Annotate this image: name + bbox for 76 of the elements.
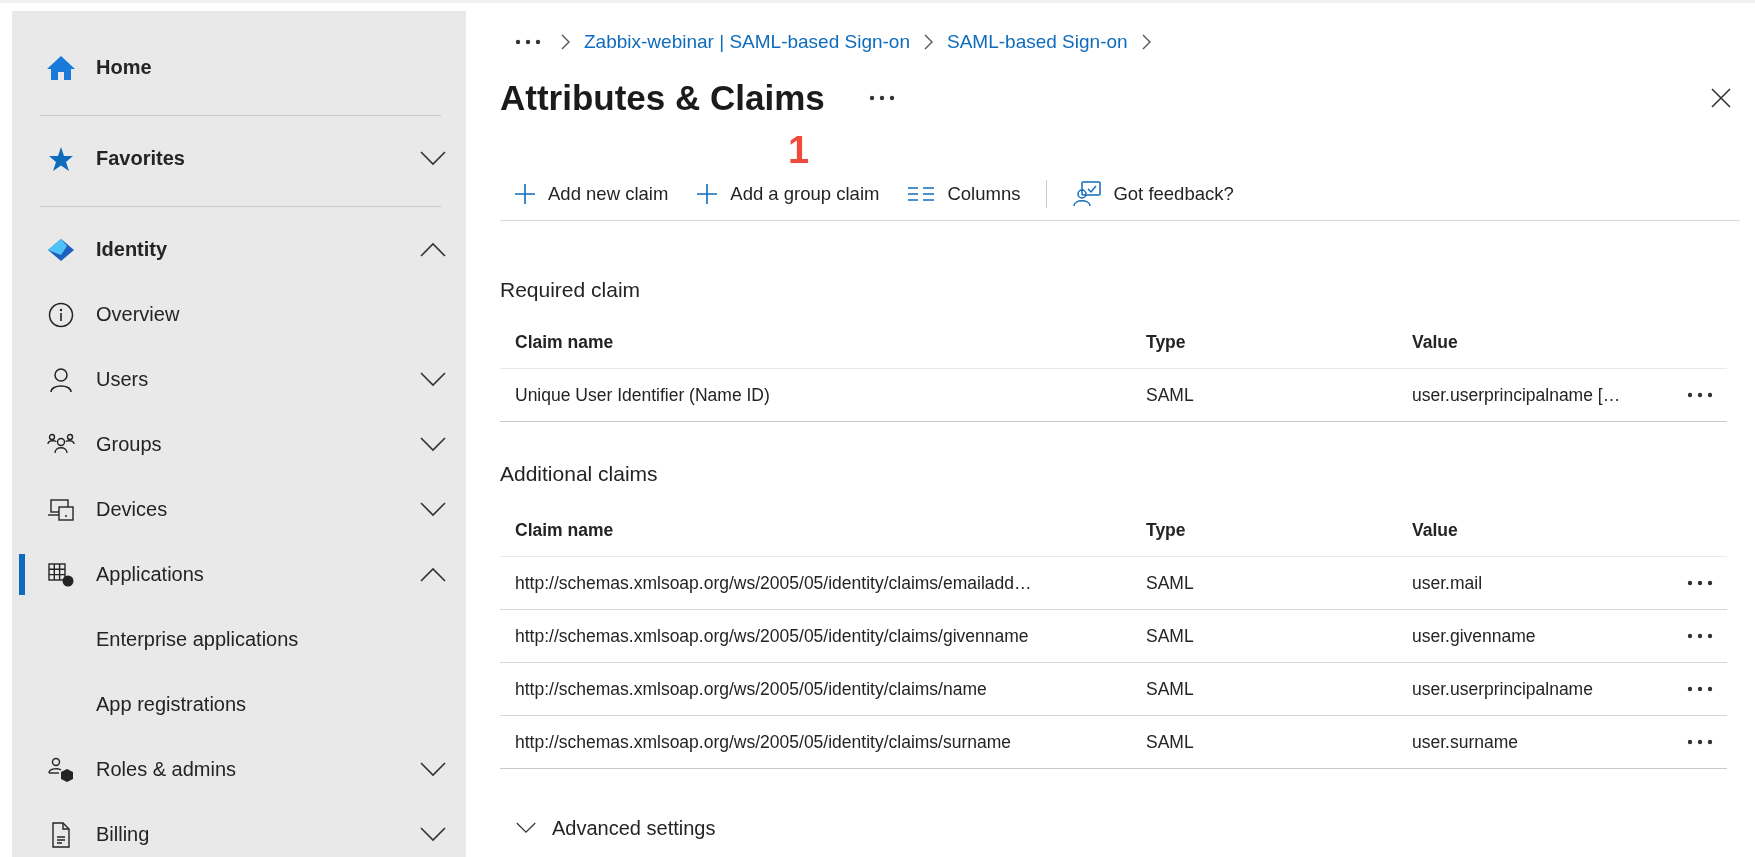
page-title: Attributes & Claims bbox=[500, 78, 825, 118]
table-cell-text: SAML bbox=[1146, 572, 1195, 594]
chevron-icon[interactable] bbox=[420, 762, 446, 777]
info-icon bbox=[48, 301, 74, 328]
chevron-icon[interactable] bbox=[420, 372, 446, 387]
toolbar-button[interactable]: Add new claim bbox=[500, 174, 683, 214]
nav-item[interactable]: Roles & admins bbox=[12, 737, 466, 802]
table-cell-text: SAML bbox=[1146, 384, 1195, 406]
chevron-right-icon bbox=[561, 34, 570, 50]
document-icon bbox=[49, 821, 73, 848]
column-header: Value bbox=[1412, 331, 1459, 353]
toolbar-button[interactable]: Add a group claim bbox=[682, 174, 894, 214]
table-cell-text: SAML bbox=[1146, 731, 1195, 753]
table-cell-text: user.mail bbox=[1412, 572, 1484, 594]
more-icon[interactable] bbox=[515, 39, 541, 45]
nav-item[interactable]: Favorites bbox=[12, 126, 466, 191]
breadcrumb-link[interactable]: SAML-based Sign-on bbox=[947, 31, 1128, 53]
table-cell-text: user.userprincipalname [… bbox=[1412, 384, 1622, 406]
table-cell-text: http://schemas.xmlsoap.org/ws/2005/05/identity/claims/givenname bbox=[514, 625, 1030, 647]
plus-icon bbox=[514, 183, 536, 205]
plus-icon bbox=[696, 183, 719, 205]
toolbar-button[interactable]: Columns bbox=[893, 174, 1035, 214]
more-icon[interactable] bbox=[1687, 633, 1713, 639]
nav-item[interactable]: App registrations bbox=[12, 672, 466, 737]
nav-item[interactable]: Home bbox=[12, 35, 466, 100]
chevron-icon[interactable] bbox=[420, 827, 446, 842]
table-cell-text: http://schemas.xmlsoap.org/ws/2005/05/identity/claims/emailadd… bbox=[514, 572, 1033, 594]
diamond-icon bbox=[47, 237, 75, 262]
nav-item[interactable]: Groups bbox=[12, 412, 466, 477]
table-cell-text: SAML bbox=[1146, 678, 1195, 700]
more-icon[interactable] bbox=[1687, 580, 1713, 586]
close-icon[interactable] bbox=[1710, 87, 1732, 109]
annotation-number: 1 bbox=[788, 129, 810, 172]
breadcrumb-link[interactable]: Zabbix-webinar | SAML-based Sign-on bbox=[584, 31, 910, 53]
app-grid-icon bbox=[47, 561, 75, 588]
person-badge-icon bbox=[47, 756, 75, 783]
table-cell-text: SAML bbox=[1146, 625, 1195, 647]
nav-item[interactable]: Enterprise applications bbox=[12, 607, 466, 672]
section-heading: Required claim bbox=[500, 277, 642, 303]
column-header: Type bbox=[1146, 331, 1187, 353]
nav-item[interactable]: Users bbox=[12, 347, 466, 412]
chevron-icon[interactable] bbox=[420, 437, 446, 452]
nav-item[interactable]: Identity bbox=[12, 217, 466, 282]
nav-item[interactable]: Overview bbox=[12, 282, 466, 347]
chevron-right-icon bbox=[924, 34, 933, 50]
advanced-settings-toggle[interactable]: Advanced settings bbox=[500, 809, 716, 847]
more-icon[interactable] bbox=[1687, 392, 1713, 398]
chevron-right-icon bbox=[1141, 34, 1151, 50]
table-cell-text: user.userprincipalname bbox=[1412, 678, 1594, 700]
devices-icon bbox=[47, 497, 75, 522]
home-icon bbox=[46, 54, 76, 81]
column-header: Claim name bbox=[514, 519, 615, 541]
table-cell-text: Unique User Identifier (Name ID) bbox=[514, 384, 771, 406]
table-cell-text: http://schemas.xmlsoap.org/ws/2005/05/identity/claims/surname bbox=[514, 731, 1013, 753]
section-heading: Additional claims bbox=[500, 461, 659, 487]
person-icon bbox=[48, 366, 74, 393]
column-header: Claim name bbox=[514, 331, 615, 353]
feedback-icon bbox=[1073, 181, 1102, 207]
more-icon[interactable] bbox=[1687, 739, 1713, 745]
chevron-icon[interactable] bbox=[420, 151, 446, 166]
more-icon[interactable] bbox=[868, 95, 895, 101]
columns-icon bbox=[907, 186, 936, 202]
table-cell-text: http://schemas.xmlsoap.org/ws/2005/05/identity/claims/name bbox=[514, 678, 988, 700]
column-header: Type bbox=[1146, 519, 1187, 541]
column-header: Value bbox=[1412, 519, 1459, 541]
chevron-icon[interactable] bbox=[420, 502, 446, 517]
table-cell-text: user.surname bbox=[1412, 731, 1520, 753]
more-icon[interactable] bbox=[1687, 686, 1713, 692]
nav-item[interactable]: Devices bbox=[12, 477, 466, 542]
table-cell-text: user.givenname bbox=[1412, 625, 1537, 647]
chevron-icon bbox=[516, 822, 536, 834]
chevron-icon[interactable] bbox=[420, 242, 446, 257]
star-icon bbox=[48, 145, 74, 172]
chevron-icon[interactable] bbox=[420, 567, 446, 582]
nav-item[interactable]: Billing bbox=[12, 802, 466, 857]
toolbar-button[interactable]: Got feedback? bbox=[1059, 174, 1248, 214]
